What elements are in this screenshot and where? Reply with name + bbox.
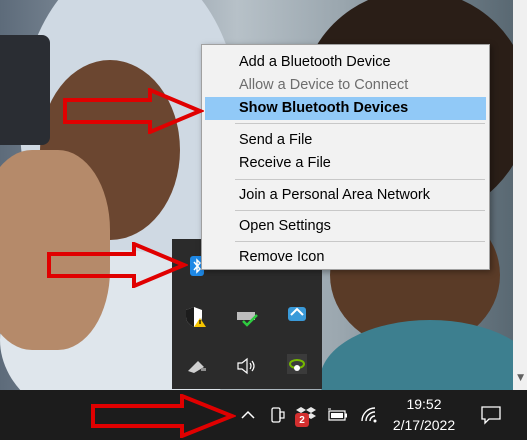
clock-date: 2/17/2022: [392, 417, 456, 433]
menu-separator: [235, 123, 485, 124]
nvidia-icon[interactable]: [285, 352, 309, 376]
annotation-arrow: [91, 394, 236, 438]
phone-link-icon[interactable]: [266, 402, 288, 428]
annotation-arrow: [63, 88, 204, 134]
app-bird-icon[interactable]: [285, 302, 309, 326]
wallpaper-shape: [0, 35, 50, 145]
menu-separator: [235, 210, 485, 211]
menu-item-receive-a-file[interactable]: Receive a File: [205, 152, 486, 175]
volume-icon[interactable]: [235, 354, 259, 378]
wallpaper-shape: [320, 320, 527, 390]
clock-time: 19:52: [406, 396, 442, 412]
menu-item-show-bluetooth-devices[interactable]: Show Bluetooth Devices: [205, 97, 486, 120]
annotation-arrow: [47, 242, 188, 288]
network-drive-icon[interactable]: [235, 305, 259, 329]
dropbox-notification-badge: 2: [295, 413, 309, 427]
menu-item-open-settings[interactable]: Open Settings: [205, 215, 486, 238]
scrollbar[interactable]: [513, 0, 527, 390]
menu-item-send-a-file[interactable]: Send a File: [205, 129, 486, 152]
chevron-up-icon[interactable]: [238, 404, 258, 426]
wifi-icon[interactable]: [357, 402, 379, 426]
menu-item-join-personal-area-network[interactable]: Join a Personal Area Network: [205, 184, 486, 207]
scroll-down-arrow-icon[interactable]: ▼: [517, 373, 524, 383]
usb-eject-icon[interactable]: [185, 354, 209, 378]
battery-icon[interactable]: [326, 404, 350, 426]
windows-security-warning-icon[interactable]: [184, 305, 208, 329]
notification-icon[interactable]: [478, 401, 504, 429]
menu-item-allow-device-to-connect[interactable]: Allow a Device to Connect: [205, 74, 486, 97]
taskbar-clock[interactable]: 19:52 2/17/2022: [382, 392, 466, 438]
menu-separator: [235, 241, 485, 242]
menu-separator: [235, 179, 485, 180]
menu-item-add-bluetooth-device[interactable]: Add a Bluetooth Device: [205, 51, 486, 74]
menu-item-remove-icon[interactable]: Remove Icon: [205, 246, 486, 269]
bluetooth-context-menu: Add a Bluetooth Device Allow a Device to…: [201, 44, 490, 270]
